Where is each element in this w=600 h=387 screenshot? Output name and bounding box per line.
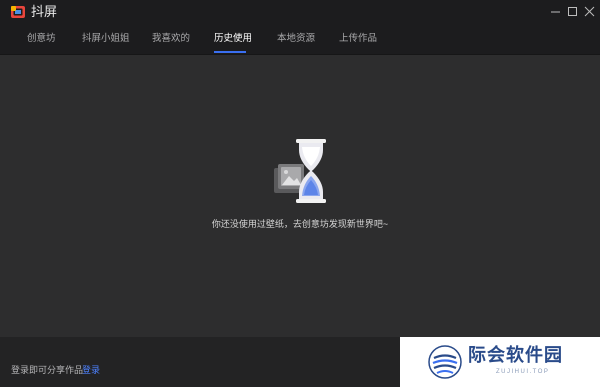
title-bar: 抖屏 bbox=[0, 0, 600, 24]
watermark: 际会软件园 ZUJIHUI.TOP bbox=[400, 337, 600, 387]
login-link[interactable]: 登录 bbox=[82, 364, 100, 376]
tab-local-resources[interactable]: 本地资源 bbox=[277, 33, 315, 45]
tab-creative[interactable]: 创意坊 bbox=[27, 33, 56, 45]
tab-bar: 创意坊 抖屏小姐姐 我喜欢的 历史使用 本地资源 上传作品 bbox=[0, 24, 600, 55]
watermark-brand-cn: 际会软件园 bbox=[468, 345, 563, 365]
hourglass-icon bbox=[274, 139, 326, 203]
tab-upload[interactable]: 上传作品 bbox=[339, 33, 377, 45]
close-button[interactable] bbox=[580, 2, 600, 22]
close-icon bbox=[584, 6, 595, 17]
app-title: 抖屏 bbox=[31, 4, 58, 19]
watermark-brand-en: ZUJIHUI.TOP bbox=[496, 369, 550, 375]
app-logo-icon bbox=[11, 6, 25, 18]
watermark-logo-icon bbox=[428, 345, 462, 379]
tab-history[interactable]: 历史使用 bbox=[214, 33, 252, 45]
tab-doubing-girls[interactable]: 抖屏小姐姐 bbox=[82, 33, 130, 45]
tab-favorites[interactable]: 我喜欢的 bbox=[152, 33, 190, 45]
empty-state-message: 你还没使用过壁纸，去创意坊发现新世界吧~ bbox=[211, 219, 389, 229]
app-window: 抖屏 创意坊 抖屏小姐姐 我喜欢的 历史使用 本地资源 上传作品 你还没使用过壁… bbox=[0, 0, 600, 387]
history-panel: 你还没使用过壁纸，去创意坊发现新世界吧~ bbox=[0, 55, 600, 337]
active-tab-indicator bbox=[214, 51, 246, 53]
login-prompt-text: 登录即可分享作品 bbox=[11, 365, 84, 375]
